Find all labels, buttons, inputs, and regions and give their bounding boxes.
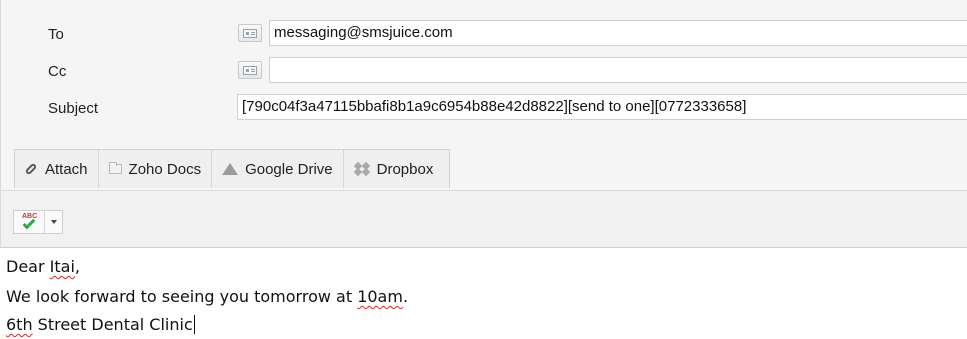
body-text: Street Dental Clinic	[32, 315, 193, 334]
misspelled-word[interactable]: 6th	[6, 315, 33, 334]
to-label: To	[48, 26, 64, 43]
attach-button[interactable]: Attach	[15, 150, 99, 188]
compose-header: To messaging@smsjuice.com Cc Subject [79…	[0, 0, 967, 133]
misspelled-word[interactable]: 10am	[357, 287, 403, 306]
body-text: We look forward to seeing you tomorrow a…	[6, 287, 358, 306]
cc-contacts-button[interactable]	[238, 61, 262, 79]
to-contacts-button[interactable]	[238, 24, 262, 42]
body-text: .	[402, 287, 409, 306]
contact-card-icon	[243, 28, 257, 38]
cc-field-wrap	[238, 57, 967, 83]
subject-input[interactable]: [790c04f3a47115bbafi8b1a9c6954b88e42d882…	[237, 94, 967, 120]
attachment-toolbar: Attach Zoho Docs Google Drive Dropbox	[0, 133, 967, 190]
to-row: To messaging@smsjuice.com	[1, 20, 967, 46]
dropbox-button[interactable]: Dropbox	[344, 150, 450, 188]
attachment-button-group: Attach Zoho Docs Google Drive Dropbox	[14, 149, 451, 188]
to-field-wrap: messaging@smsjuice.com	[238, 20, 967, 46]
to-input[interactable]: messaging@smsjuice.com	[269, 20, 967, 46]
cc-row: Cc	[1, 57, 967, 83]
attach-label: Attach	[45, 160, 88, 178]
spellcheck-dropdown-button[interactable]	[45, 211, 62, 233]
chevron-down-icon	[50, 220, 57, 224]
paperclip-icon	[25, 163, 38, 176]
message-body-editor[interactable]: Dear Itai, We look forward to seeing you…	[0, 249, 967, 339]
text-cursor	[193, 315, 195, 334]
folder-icon	[108, 162, 122, 174]
subject-label: Subject	[48, 100, 99, 117]
zoho-docs-label: Zoho Docs	[128, 160, 202, 178]
google-drive-button[interactable]: Google Drive	[212, 150, 344, 188]
spellcheck-control: ABC	[13, 210, 63, 234]
cc-input[interactable]	[269, 57, 967, 83]
body-text: Dear	[6, 257, 50, 276]
editor-toolbar: ABC	[0, 190, 967, 248]
zoho-docs-button[interactable]: Zoho Docs	[99, 150, 213, 188]
body-text: ,	[74, 257, 80, 276]
subject-field-wrap: [790c04f3a47115bbafi8b1a9c6954b88e42d882…	[237, 94, 967, 120]
google-drive-label: Google Drive	[245, 160, 333, 178]
subject-row: Subject [790c04f3a47115bbafi8b1a9c6954b8…	[1, 94, 967, 120]
body-line-2: We look forward to seeing you tomorrow a…	[6, 287, 408, 306]
contact-card-icon	[243, 65, 257, 75]
cc-label: Cc	[48, 63, 67, 80]
dropbox-label: Dropbox	[376, 160, 434, 178]
google-drive-icon	[222, 163, 239, 175]
dropbox-icon	[353, 161, 370, 177]
misspelled-word[interactable]: Itai	[50, 257, 75, 276]
body-line-1: Dear Itai,	[6, 257, 80, 276]
spellcheck-button[interactable]: ABC	[14, 211, 45, 233]
body-line-3: 6th Street Dental Clinic	[6, 315, 195, 334]
